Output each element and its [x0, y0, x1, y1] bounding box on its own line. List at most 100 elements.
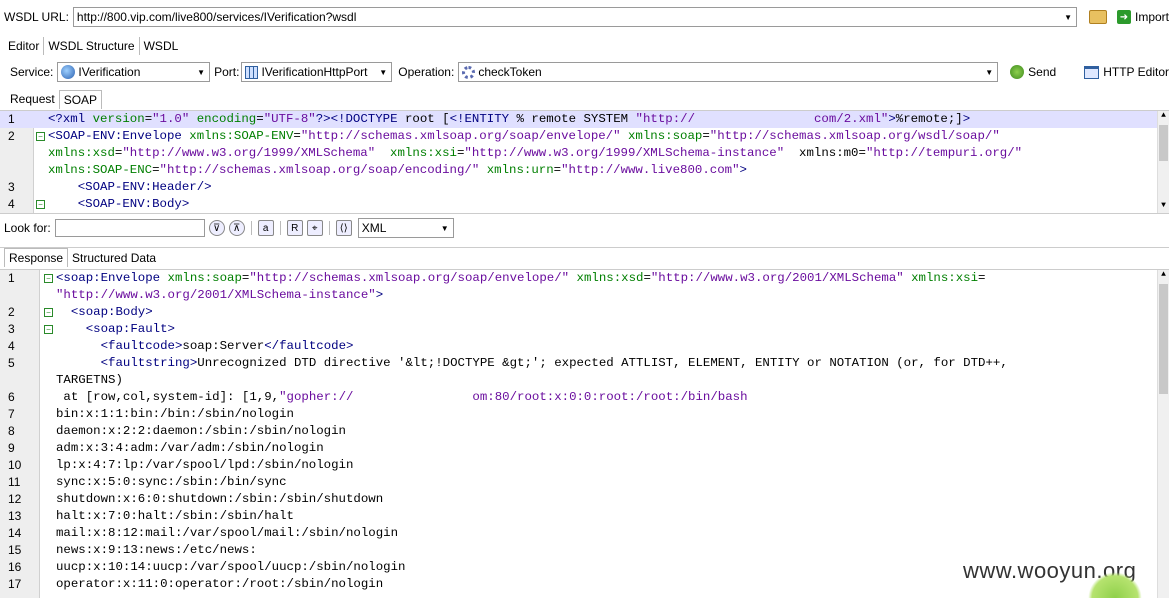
format-code-icon[interactable]: ⟨⟩: [335, 220, 352, 236]
highlight-icon[interactable]: ⌖: [306, 220, 323, 236]
operation-select[interactable]: checkToken ▼: [458, 62, 999, 82]
regex-icon[interactable]: R: [286, 220, 303, 236]
send-button[interactable]: Send: [1010, 65, 1056, 79]
code-line: 5 <faultstring>Unrecognized DTD directiv…: [0, 355, 1169, 372]
line-number: 5: [8, 356, 15, 370]
send-icon: [1010, 65, 1025, 79]
line-number: 11: [8, 475, 21, 489]
code-line: 15 news:x:9:13:news:/etc/news:: [0, 542, 1169, 559]
code-line: 4 − <SOAP-ENV:Body>: [0, 196, 1169, 213]
line-number: 9: [8, 441, 15, 455]
fold-toggle-icon[interactable]: −: [44, 274, 53, 283]
chevron-down-icon[interactable]: ▼: [981, 63, 997, 81]
format-select[interactable]: XML ▼: [357, 218, 454, 238]
scroll-thumb[interactable]: [1159, 125, 1168, 161]
tab-soap[interactable]: SOAP: [58, 89, 103, 109]
code-line: 2 − <SOAP-ENV:Envelope xmlns:SOAP-ENV="htt…: [0, 128, 1169, 145]
line-number: 17: [8, 577, 22, 591]
chevron-down-icon[interactable]: ▼: [1060, 8, 1076, 26]
code-line: 1 − <soap:Envelope xmlns:soap="http://sche…: [0, 270, 1169, 287]
code-line: 13 halt:x:7:0:halt:/sbin:/sbin/halt: [0, 508, 1169, 525]
line-number: 4: [8, 339, 15, 353]
code-line: TARGETNS): [0, 372, 1169, 389]
separator: [279, 221, 281, 235]
request-editor[interactable]: 1 <?xml version="1.0" encoding="UTF-8"?><…: [0, 110, 1169, 214]
scroll-up-arrow[interactable]: ▲: [1158, 270, 1169, 282]
code-text: shutdown:x:6:0:shutdown:/sbin:/sbin/shut…: [56, 492, 384, 506]
code-text: <faultcode>soap:Server</faultcode>: [100, 339, 354, 353]
operation-label: Operation:: [398, 65, 455, 79]
code-text: <soap:Body>: [70, 305, 153, 319]
folder-open-icon[interactable]: [1089, 10, 1107, 24]
match-case-icon[interactable]: a: [257, 220, 274, 236]
watermark-logo: [1088, 572, 1142, 598]
request-scrollbar[interactable]: ▲ ▼: [1157, 111, 1169, 213]
response-tabs: Response Structured Data: [0, 247, 1169, 267]
wsdl-url-bar: WSDL URL: http://800.vip.com/live800/ser…: [0, 6, 1169, 28]
fold-toggle-icon[interactable]: −: [36, 132, 45, 141]
tab-editor[interactable]: Editor: [4, 37, 45, 55]
chevron-down-icon[interactable]: ▼: [437, 219, 453, 237]
fold-toggle-icon[interactable]: −: [36, 200, 45, 209]
line-number: 6: [8, 390, 15, 404]
code-text: <SOAP-ENV:Envelope xmlns:SOAP-ENV="http:…: [48, 129, 1000, 143]
code-text: sync:x:5:0:sync:/sbin:/bin/sync: [56, 475, 287, 489]
code-line: 14 mail:x:8:12:mail:/var/spool/mail:/sbin…: [0, 525, 1169, 542]
code-line: 9 adm:x:3:4:adm:/var/adm:/sbin/nologin: [0, 440, 1169, 457]
line-number: 8: [8, 424, 15, 438]
line-number: 12: [8, 492, 22, 506]
editor-tabs: Editor WSDL Structure WSDL: [0, 36, 1169, 56]
import-label: Import: [1134, 10, 1169, 24]
tab-request[interactable]: Request: [6, 90, 59, 108]
line-number: 3: [8, 180, 15, 194]
separator: [250, 221, 252, 235]
response-editor[interactable]: 1− <soap:Envelope xmlns:soap="http://sche…: [0, 269, 1169, 598]
chevron-down-icon[interactable]: ▼: [193, 63, 209, 81]
line-number: 3: [8, 322, 15, 336]
find-bar: Look for: ⊽ ⊼ a R ⌖ ⟨⟩ XML ▼: [0, 217, 1169, 239]
tab-wsdl[interactable]: WSDL: [140, 37, 183, 55]
code-text: "http://www.w3.org/2001/XMLSchema-instan…: [56, 288, 384, 302]
fold-toggle-icon[interactable]: −: [44, 325, 53, 334]
look-for-input[interactable]: [54, 219, 205, 237]
code-text: adm:x:3:4:adm:/var/adm:/sbin/nologin: [56, 441, 324, 455]
send-label: Send: [1028, 65, 1057, 79]
code-line: 1 <?xml version="1.0" encoding="UTF-8"?><…: [0, 111, 1169, 128]
code-text: halt:x:7:0:halt:/sbin:/sbin/halt: [56, 509, 294, 523]
http-editor-button[interactable]: HTTP Editor: [1084, 65, 1169, 79]
line-number: 14: [8, 526, 22, 540]
code-line: 12 shutdown:x:6:0:shutdown:/sbin:/sbin/sh…: [0, 491, 1169, 508]
http-editor-label: HTTP Editor: [1103, 65, 1169, 79]
scroll-thumb[interactable]: [1159, 284, 1168, 394]
code-text: <soap:Envelope xmlns:soap="http://schema…: [56, 271, 986, 285]
operation-value: checkToken: [478, 65, 542, 79]
chevron-down-icon[interactable]: ▼: [375, 63, 391, 81]
code-text: <SOAP-ENV:Header/>: [77, 180, 212, 194]
request-tabs: Request SOAP: [0, 89, 1169, 109]
line-number: 13: [8, 509, 22, 523]
fold-toggle-icon[interactable]: −: [44, 308, 53, 317]
wsdl-url-input[interactable]: http://800.vip.com/live800/services/IVer…: [72, 7, 1078, 27]
scroll-up-arrow[interactable]: ▲: [1158, 111, 1169, 123]
tab-response[interactable]: Response: [4, 248, 69, 267]
code-text: mail:x:8:12:mail:/var/spool/mail:/sbin/n…: [56, 526, 399, 540]
find-prev-icon[interactable]: ⊼: [228, 220, 245, 236]
response-scrollbar[interactable]: ▲: [1157, 270, 1169, 598]
import-button[interactable]: ➜ Import: [1116, 10, 1169, 24]
line-number: 2: [8, 305, 15, 319]
code-line: 3 − <soap:Fault>: [0, 321, 1169, 338]
code-text: <faultstring>Unrecognized DTD directive …: [100, 356, 1008, 370]
window-icon: [1084, 65, 1100, 79]
code-text: xmlns:SOAP-ENC="http://schemas.xmlsoap.o…: [48, 163, 747, 177]
code-text: daemon:x:2:2:daemon:/sbin:/sbin/nologin: [56, 424, 346, 438]
tab-wsdl-structure[interactable]: WSDL Structure: [44, 37, 140, 55]
find-next-icon[interactable]: ⊽: [208, 220, 225, 236]
port-select[interactable]: IVerificationHttpPort ▼: [241, 62, 393, 82]
code-line: "http://www.w3.org/2001/XMLSchema-instan…: [0, 287, 1169, 304]
code-text: <soap:Fault>: [85, 322, 175, 336]
tab-structured-data[interactable]: Structured Data: [68, 249, 160, 267]
line-number: 16: [8, 560, 22, 574]
service-select[interactable]: IVerification ▼: [57, 62, 211, 82]
globe-icon: [61, 65, 76, 79]
scroll-down-arrow[interactable]: ▼: [1158, 201, 1169, 213]
